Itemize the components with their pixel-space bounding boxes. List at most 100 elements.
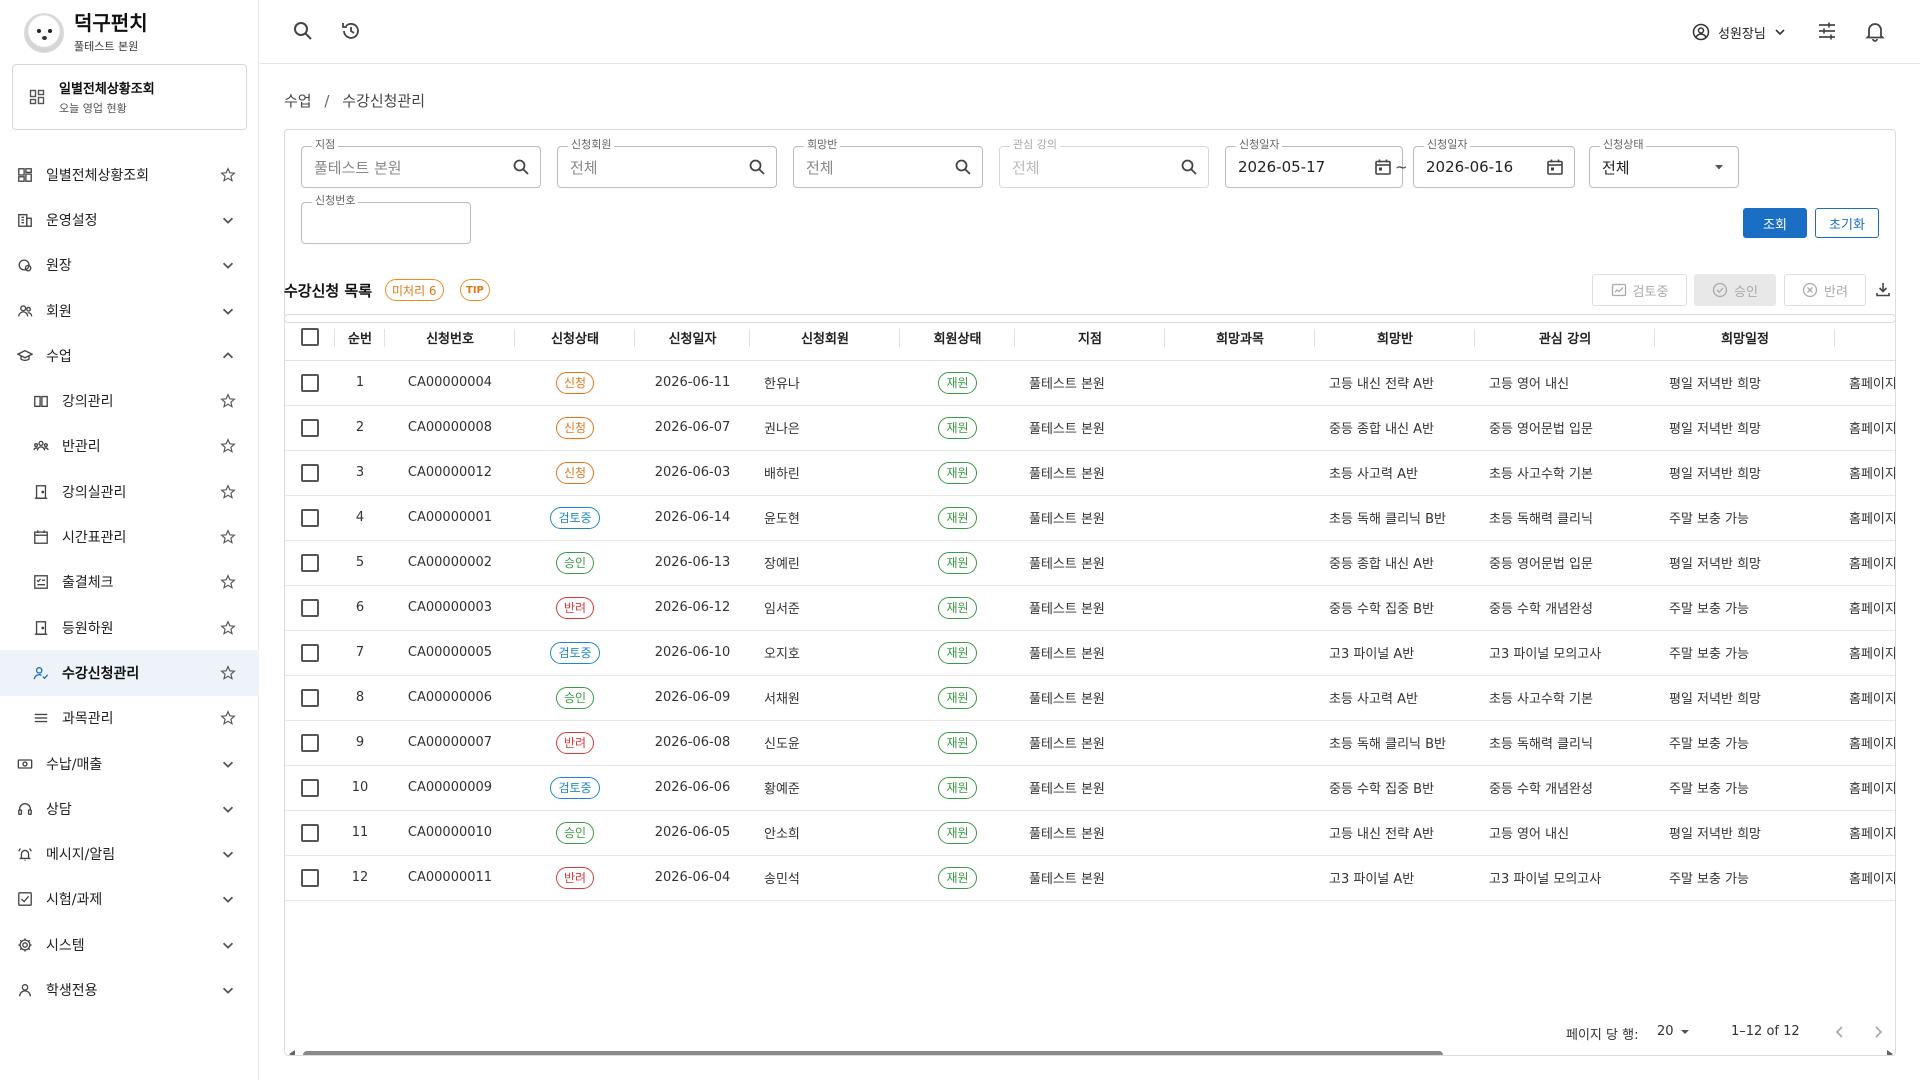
tune-icon[interactable] [1816,20,1838,42]
previous-page-icon[interactable] [1830,1022,1850,1042]
row-checkbox[interactable] [301,643,319,662]
favorite-star-icon[interactable] [219,709,237,727]
favorite-star-icon[interactable] [219,166,237,184]
date-from-field[interactable]: 신청일자 2026-05-17 [1225,138,1403,188]
chevron-up-icon[interactable] [219,347,237,365]
status-label: 신청상태 [1600,138,1647,152]
chevron-down-icon[interactable] [219,981,237,999]
breadcrumb-parent[interactable]: 수업 [284,92,312,110]
sidebar-item[interactable]: 학생전용 [0,967,259,1012]
table-row[interactable]: 2 CA00000008 신청 2026-06-07 권나은 재원 풀테스트 본원 중등 종합… [285,405,1895,451]
table-row[interactable]: 3 CA00000012 신청 2026-06-03 배하린 재원 풀테스트 본원 초등 사고… [285,450,1895,496]
user-menu[interactable]: 성원장님 [1692,20,1786,44]
member-field[interactable]: 신청회원 전체 [557,138,777,188]
quick-dashboard-card[interactable]: 일별전체상황조회 오늘 영업 현황 [12,64,247,130]
graduation-cap-icon [16,347,34,365]
row-checkbox[interactable] [301,553,319,572]
sidebar-item[interactable]: 회원 [0,288,259,333]
table-cell: 풀테스트 본원 [1015,540,1165,586]
tip-badge[interactable]: TIP [460,279,490,301]
date-to-field[interactable]: 신청일자 2026-06-16 [1413,138,1575,188]
chevron-down-icon[interactable] [219,302,237,320]
table-row[interactable]: 5 CA00000002 승인 2026-06-13 장예린 재원 풀테스트 본원 중등 종합… [285,540,1895,586]
favorite-star-icon[interactable] [219,528,237,546]
chevron-down-icon[interactable] [219,890,237,908]
calendar-icon[interactable] [1546,158,1564,176]
sidebar-item[interactable]: 수강신청관리 [0,650,259,696]
table-row[interactable]: 10 CA00000009 검토중 2026-06-06 황예준 재원 풀테스트 본원 중등 … [285,765,1895,811]
reject-button[interactable]: 반려 [1784,274,1866,306]
table-cell: CA00000003 [385,585,515,631]
sidebar-item[interactable]: 강의실관리 [0,469,259,514]
brand[interactable]: 덕구펀치 풀테스트 본원 [24,10,148,56]
favorite-star-icon[interactable] [219,619,237,637]
row-checkbox[interactable] [301,688,319,707]
history-icon[interactable] [340,20,362,42]
approve-button[interactable]: 승인 [1694,274,1776,306]
class-field[interactable]: 희망반 전체 [793,138,983,188]
sidebar-item[interactable]: 시험/과제 [0,877,259,922]
application-number-field[interactable]: 신청번호 [301,194,471,244]
sidebar-item[interactable]: 메시지/알림 [0,831,259,876]
download-icon[interactable] [1874,280,1892,298]
sidebar-item[interactable]: 운영설정 [0,197,259,242]
favorite-star-icon[interactable] [219,392,237,410]
favorite-star-icon[interactable] [219,483,237,501]
table-row[interactable]: 7 CA00000005 검토중 2026-06-10 오지호 재원 풀테스트 본원 고3 파… [285,630,1895,676]
chevron-down-icon[interactable] [219,936,237,954]
sidebar-item[interactable]: 시간표관리 [0,514,259,559]
sidebar-item[interactable]: 상담 [0,786,259,831]
chevron-down-icon[interactable] [219,845,237,863]
status-select[interactable]: 신청상태 전체 [1589,138,1739,188]
search-icon[interactable] [748,158,766,176]
sidebar-item[interactable]: 과목관리 [0,696,259,741]
search-button[interactable]: 조회 [1743,208,1807,238]
row-checkbox[interactable] [301,823,319,842]
chevron-down-icon[interactable] [219,256,237,274]
table-row[interactable]: 1 CA00000004 신청 2026-06-11 한유나 재원 풀테스트 본원 고등 내신… [285,360,1895,406]
search-icon[interactable] [292,20,314,42]
row-checkbox[interactable] [301,418,319,437]
chevron-down-icon[interactable] [219,211,237,229]
row-checkbox[interactable] [301,598,319,617]
rows-per-page-select[interactable]: 20 [1657,1024,1690,1039]
table-row[interactable]: 11 CA00000010 승인 2026-06-05 안소희 재원 풀테스트 본원 고등 내… [285,810,1895,856]
search-icon[interactable] [512,158,530,176]
table-row[interactable]: 8 CA00000006 승인 2026-06-09 서채원 재원 풀테스트 본원 초등 사고… [285,675,1895,721]
row-checkbox[interactable] [301,373,319,392]
sidebar-item[interactable]: 일별전체상황조회 [0,152,259,197]
sidebar-item[interactable]: 등원하원 [0,605,259,650]
chevron-down-icon[interactable] [219,755,237,773]
favorite-star-icon[interactable] [219,664,237,682]
application-status-cell: 승인 [515,810,635,856]
chevron-down-icon[interactable] [219,800,237,818]
sidebar-item[interactable]: 강의관리 [0,378,259,423]
sidebar-item[interactable]: 원장 [0,243,259,288]
branch-field[interactable]: 지점 풀테스트 본원 [301,138,541,188]
row-checkbox[interactable] [301,463,319,482]
select-all-header[interactable] [285,315,335,361]
sidebar-item[interactable]: 수납/매출 [0,741,259,786]
table-row[interactable]: 6 CA00000003 반려 2026-06-12 임서준 재원 풀테스트 본원 중등 수학… [285,585,1895,631]
next-page-icon[interactable] [1868,1022,1888,1042]
row-checkbox[interactable] [301,508,319,527]
sidebar-item[interactable]: 수업 [0,333,259,378]
row-checkbox[interactable] [301,778,319,797]
table-row[interactable]: 4 CA00000001 검토중 2026-06-14 윤도현 재원 풀테스트 본원 초등 독… [285,495,1895,541]
table-row[interactable]: 12 CA00000011 반려 2026-06-04 송민석 재원 풀테스트 본원 고3 파… [285,855,1895,901]
select-all-checkbox[interactable] [301,328,319,347]
calendar-icon[interactable] [1374,158,1392,176]
review-button[interactable]: 검토중 [1592,274,1687,306]
row-checkbox[interactable] [301,733,319,752]
sidebar-item[interactable]: 출결체크 [0,560,259,605]
sidebar-item[interactable]: 반관리 [0,424,259,469]
sidebar-item[interactable]: 시스템 [0,922,259,967]
row-checkbox[interactable] [301,868,319,887]
search-icon[interactable] [954,158,972,176]
bell-icon[interactable] [1864,20,1886,42]
favorite-star-icon[interactable] [219,437,237,455]
reset-button[interactable]: 초기화 [1815,208,1879,238]
favorite-star-icon[interactable] [219,573,237,591]
pending-badge[interactable]: 미처리 6 [385,279,444,301]
table-row[interactable]: 9 CA00000007 반려 2026-06-08 신도윤 재원 풀테스트 본원 초등 독해… [285,720,1895,766]
